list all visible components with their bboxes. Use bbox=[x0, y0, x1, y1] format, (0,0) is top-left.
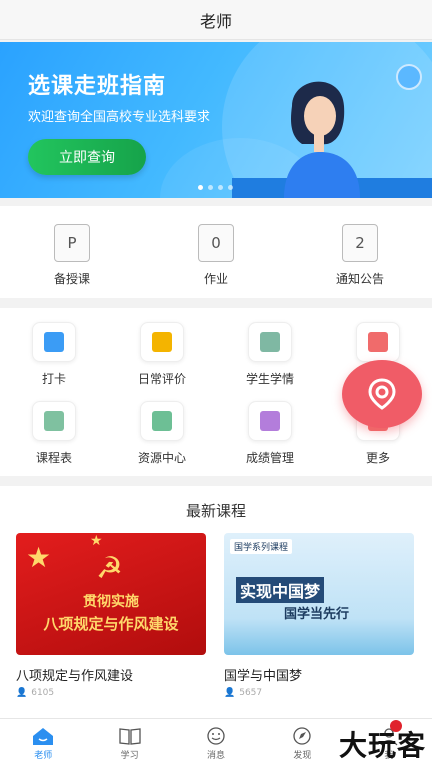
watermark-text: 大玩客 bbox=[338, 729, 426, 762]
user-icon: 👤 bbox=[224, 688, 236, 698]
grid-item-label: 更多 bbox=[365, 451, 390, 465]
banner-title: 选课走班指南 bbox=[28, 74, 167, 99]
woman-illustration-icon bbox=[284, 81, 360, 198]
open-book-icon bbox=[118, 728, 141, 745]
hammer-sickle-icon: ☭ bbox=[96, 551, 123, 586]
grid-item-daily-evaluation[interactable]: 日常评价 bbox=[108, 322, 216, 387]
grid-item-resources[interactable]: 资源中心 bbox=[108, 401, 216, 466]
course-title[interactable]: 八项规定与作风建设 bbox=[16, 665, 206, 684]
grid-item-label: 学生学情 bbox=[245, 372, 294, 386]
course-thumbnail[interactable]: 国学系列课程 实现中国梦 国学当先行 bbox=[224, 533, 414, 655]
section-title: 最新课程 bbox=[185, 502, 246, 520]
quick-item-notices[interactable]: 2 通知公告 bbox=[288, 206, 432, 298]
thumbnail-text: 国学当先行 bbox=[284, 607, 350, 622]
tab-label: 学习 bbox=[120, 751, 139, 761]
course-meta: 👤 5657 bbox=[224, 688, 414, 698]
quick-item-lessons[interactable]: P 备授课 bbox=[0, 206, 144, 298]
carousel-indicators bbox=[198, 185, 233, 190]
quick-item-homework[interactable]: 0 作业 bbox=[144, 206, 288, 298]
course-thumbnail[interactable]: ★ ★ ☭ 贯彻实施 八项规定与作风建设 bbox=[16, 533, 206, 655]
course-title[interactable]: 国学与中国梦 bbox=[224, 665, 414, 684]
bell-icon: 2 bbox=[342, 224, 378, 262]
course-card[interactable]: ★ ★ ☭ 贯彻实施 八项规定与作风建设 八项规定与作风建设 👤 6105 bbox=[16, 533, 206, 698]
table-grid-icon bbox=[32, 401, 76, 441]
view-count: 6105 bbox=[31, 688, 55, 698]
grid-item-label: 成绩管理 bbox=[245, 451, 294, 465]
top-bar: 老师 bbox=[0, 0, 432, 40]
course-card[interactable]: 国学系列课程 实现中国梦 国学当先行 国学与中国梦 👤 5657 bbox=[224, 533, 414, 698]
thumbnail-badge: 国学系列课程 bbox=[230, 539, 293, 554]
user-icon: 👤 bbox=[16, 688, 28, 698]
quick-item-label: 作业 bbox=[203, 272, 228, 286]
watermark-logo: 大玩客 bbox=[338, 720, 426, 764]
tab-discover[interactable]: 发现 bbox=[259, 719, 345, 768]
grid-item-checkin[interactable]: 打卡 bbox=[0, 322, 108, 387]
score-100-icon bbox=[248, 401, 292, 441]
tab-study[interactable]: 学习 bbox=[86, 719, 172, 768]
thumbnail-text: 八项规定与作风建设 bbox=[43, 615, 179, 633]
page-title: 老师 bbox=[199, 11, 232, 31]
bottom-tab-bar: 老师 学习 消息 发现 我 大玩客 bbox=[0, 718, 432, 768]
compass-icon bbox=[293, 727, 312, 745]
calendar-check-icon bbox=[32, 322, 76, 362]
quick-actions: P 备授课 0 作业 2 通知公告 bbox=[0, 206, 432, 298]
tab-label: 消息 bbox=[207, 751, 226, 761]
carousel-dot[interactable] bbox=[228, 185, 233, 190]
thumbnail-text: 实现中国梦 bbox=[236, 577, 325, 603]
calculator-icon bbox=[356, 322, 400, 362]
course-meta: 👤 6105 bbox=[16, 688, 206, 698]
promo-banner[interactable]: 选课走班指南 欢迎查询全国高校专业选科要求 立即查询 bbox=[0, 42, 432, 198]
grid-item-label: 打卡 bbox=[41, 372, 66, 386]
location-pin-icon bbox=[368, 378, 396, 410]
tab-messages[interactable]: 消息 bbox=[173, 719, 259, 768]
carousel-dot[interactable] bbox=[208, 185, 213, 190]
pen-lines-icon bbox=[140, 322, 184, 362]
latest-courses-section: 最新课程 ★ ★ ☭ 贯彻实施 八项规定与作风建设 八项规定与作风建设 👤 61… bbox=[0, 486, 432, 722]
banner-subtitle: 欢迎查询全国高校专业选科要求 bbox=[28, 110, 211, 125]
carousel-dot[interactable] bbox=[218, 185, 223, 190]
tab-label: 发现 bbox=[293, 751, 312, 761]
grid-item-grades[interactable]: 成绩管理 bbox=[216, 401, 324, 466]
watermark-dot bbox=[390, 720, 402, 732]
grid-item-label: 课程表 bbox=[35, 451, 72, 465]
course-list: ★ ★ ☭ 贯彻实施 八项规定与作风建设 八项规定与作风建设 👤 6105 国学… bbox=[0, 521, 432, 698]
box-icon bbox=[140, 401, 184, 441]
location-fab-button[interactable] bbox=[342, 360, 422, 428]
query-now-button[interactable]: 立即查询 bbox=[28, 139, 146, 175]
grid-item-student-status[interactable]: 学生学情 bbox=[216, 322, 324, 387]
tab-label: 老师 bbox=[34, 751, 53, 761]
book-icon: 0 bbox=[198, 224, 234, 262]
star-icon: ★ bbox=[26, 541, 52, 574]
home-icon bbox=[33, 728, 54, 745]
quick-item-label: 备授课 bbox=[53, 272, 90, 286]
grid-item-label: 日常评价 bbox=[137, 372, 186, 386]
grid-item-schedule[interactable]: 课程表 bbox=[0, 401, 108, 466]
document-icon: P bbox=[54, 224, 90, 262]
tab-teacher[interactable]: 老师 bbox=[0, 719, 86, 768]
document-stamp-icon bbox=[248, 322, 292, 362]
chat-bubble-icon bbox=[396, 64, 422, 90]
carousel-dot[interactable] bbox=[198, 185, 203, 190]
grid-item-label: 资源中心 bbox=[137, 451, 186, 465]
view-count: 5657 bbox=[239, 688, 263, 698]
smiley-chat-icon bbox=[207, 727, 225, 745]
thumbnail-text: 贯彻实施 bbox=[83, 594, 139, 610]
quick-item-label: 通知公告 bbox=[335, 272, 384, 286]
star-icon: ★ bbox=[90, 533, 103, 549]
